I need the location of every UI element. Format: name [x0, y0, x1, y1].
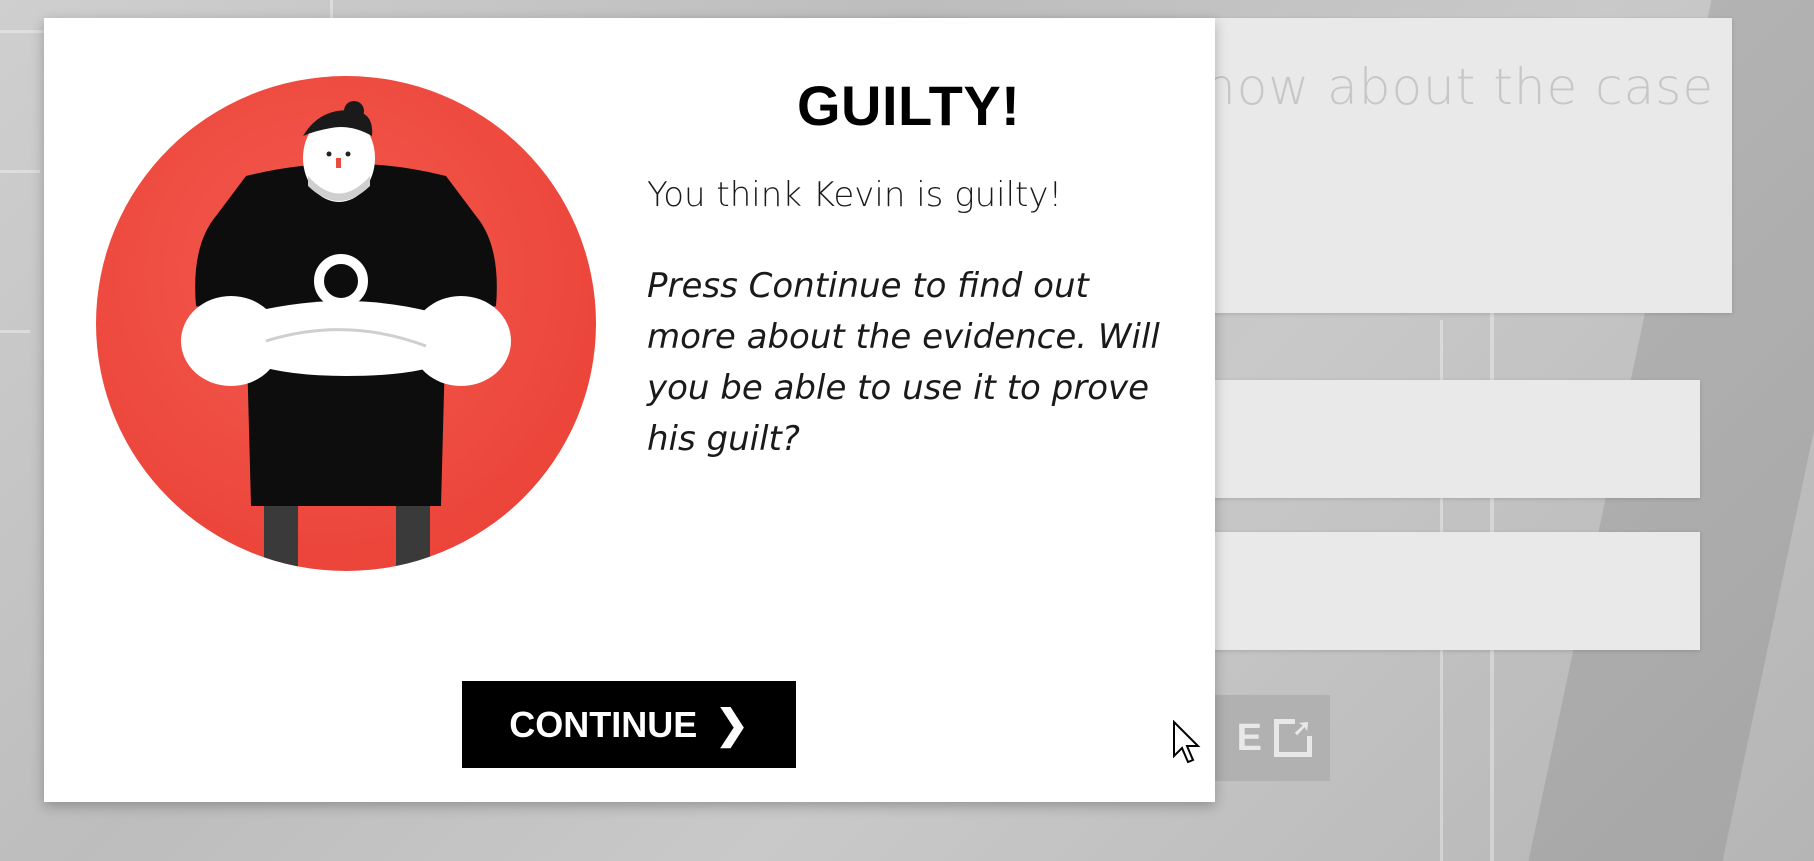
- continue-button[interactable]: CONTINUE ❯: [462, 681, 796, 768]
- bg-heading: now about the case: [1204, 58, 1715, 116]
- bg-decoration: [330, 0, 333, 20]
- kevin-illustration: [181, 101, 511, 571]
- screen: now about the case E ➚ GUILTY! You think…: [0, 0, 1814, 861]
- mouse-pointer-icon: [1173, 720, 1201, 764]
- bg-decoration: [0, 330, 30, 333]
- verdict-lead-text: You think Kevin is guilty!: [647, 175, 1063, 215]
- bg-button-label: E: [1236, 716, 1262, 759]
- kevin-portrait: [96, 76, 596, 571]
- verdict-modal: GUILTY! You think Kevin is guilty! Press…: [44, 18, 1215, 802]
- bg-share-button: E ➚: [1205, 695, 1330, 781]
- verdict-body-text: Press Continue to find out more about th…: [647, 266, 1160, 459]
- continue-button-label: CONTINUE: [509, 703, 698, 745]
- bg-decoration: [0, 170, 40, 173]
- external-link-icon: ➚: [1274, 717, 1313, 757]
- chevron-right-icon: ❯: [715, 702, 749, 747]
- modal-title: GUILTY!: [797, 74, 1021, 137]
